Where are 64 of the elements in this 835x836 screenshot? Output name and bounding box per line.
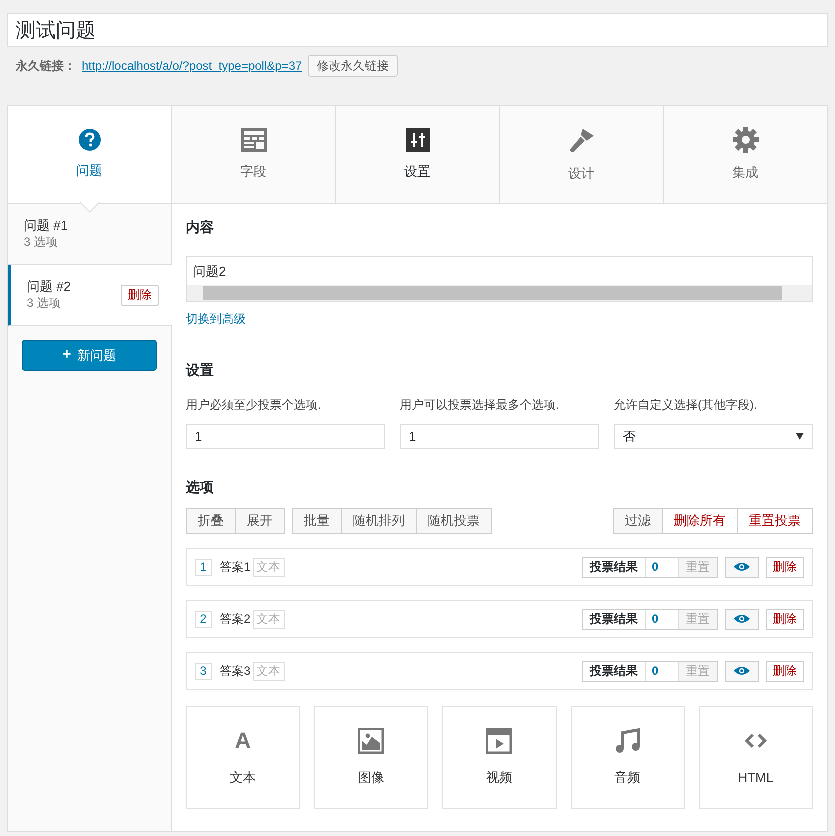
field-label: 用户可以投票选择最多个选项. [400,397,560,414]
add-answer-type-button[interactable]: A 文本 [186,706,300,809]
toolbar-button[interactable]: 随机投票 [416,508,492,534]
delete-button[interactable]: 删除 [766,608,804,630]
toolbar-button[interactable]: 删除所有 [662,508,738,534]
video-icon [486,728,512,754]
answer-number: 1 [195,558,212,576]
add-answer-type-button[interactable]: 音频 [570,706,685,809]
dropdown-arrow-icon [796,433,804,440]
select-field[interactable]: 否 [614,424,813,449]
permalink-link[interactable]: http://localhost/a/o/?post_type=poll&p=37 [82,57,302,75]
question-count: 3 选项 [27,296,62,311]
toolbar-button[interactable]: 过滤 [613,508,663,534]
answer-number: 3 [195,662,212,680]
sliders-icon [406,128,430,152]
preview-button[interactable] [725,608,759,630]
answer-type: 文本 [252,610,285,628]
content-text: 问题2 [192,263,228,281]
new-question-button[interactable]: + 新问题 [22,340,157,371]
scrollbar-thumb[interactable] [203,286,782,300]
music-note-icon [614,728,641,754]
preview-button[interactable] [725,556,759,578]
add-answer-type-button[interactable]: HTML [698,706,813,809]
delete-button[interactable]: 删除 [766,556,804,578]
eye-icon [734,562,750,572]
question-title: 问题 #2 [27,279,72,296]
answer-type: 文本 [252,558,285,576]
answer-label: 答案3 [220,663,251,680]
toolbar-button[interactable]: 展开 [235,508,285,534]
code-icon [744,732,767,749]
number-field[interactable]: 1 [186,424,385,449]
letter-icon: A [235,728,252,754]
advanced-link[interactable]: 切换到高级 [186,310,813,328]
question-title: 问题 #1 [24,218,68,235]
number-field[interactable]: 1 [400,424,599,449]
question-item[interactable]: 问题 #2 3 选项 删除 [8,265,172,326]
toolbar-button[interactable]: 随机排列 [341,508,417,534]
eye-icon [734,666,750,676]
answer-type: 文本 [252,662,285,680]
content-editor[interactable]: 问题2 [186,256,813,302]
answer-number: 2 [195,610,212,628]
field-label: 允许自定义选择(其他字段). [614,397,758,414]
delete-button[interactable]: 删除 [121,284,159,306]
toolbar-button[interactable]: 折叠 [186,508,236,534]
add-answer-type-button[interactable]: 图像 [314,706,428,809]
delete-button[interactable]: 删除 [766,660,804,682]
title-field[interactable]: 测试问题 [7,13,828,47]
section-heading: 选项 [186,478,215,497]
permalink-label: 永久链接： [16,58,76,75]
question-icon [78,128,100,151]
toolbar-button[interactable]: 重置投票 [737,508,813,534]
section-heading: 内容 [186,218,215,237]
toolbar-button[interactable]: 批量 [292,508,342,534]
edit-permalink-button[interactable]: 修改永久链接 [308,55,398,77]
image-icon [358,728,384,754]
answer-label: 答案2 [220,611,251,628]
answer-label: 答案1 [220,559,251,576]
preview-button[interactable] [725,660,759,682]
eye-icon [734,614,750,624]
add-answer-type-button[interactable]: 视频 [442,706,557,809]
section-heading: 设置 [186,361,215,380]
question-count: 3 选项 [24,234,60,250]
field-label: 用户必须至少投票个选项. [186,397,322,414]
form-fields-icon [240,128,266,152]
